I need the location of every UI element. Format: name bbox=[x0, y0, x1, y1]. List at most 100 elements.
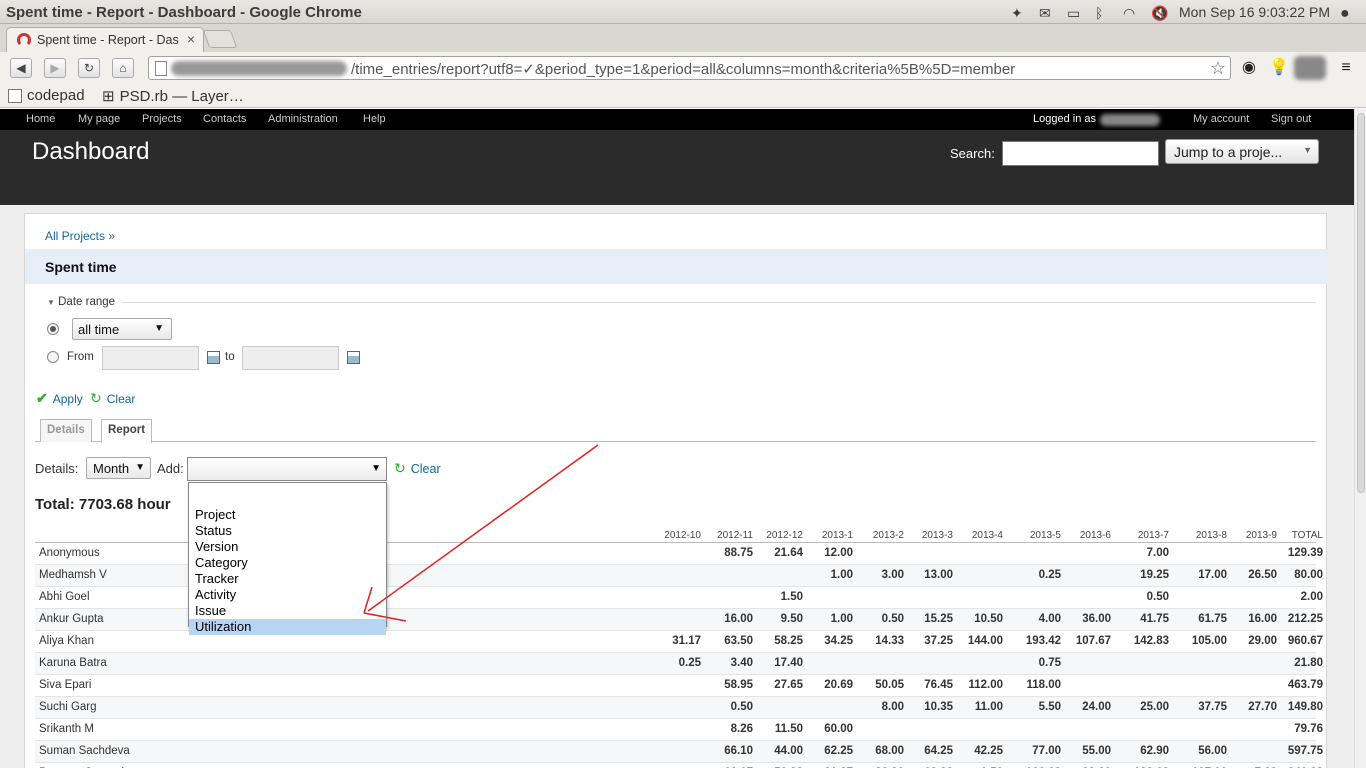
sign-out-link[interactable]: Sign out bbox=[1271, 113, 1311, 125]
search-input[interactable] bbox=[1002, 141, 1159, 166]
checkmark-icon: ✔ bbox=[36, 390, 48, 406]
bookmark-codepad[interactable]: codepad bbox=[8, 87, 85, 104]
option-category[interactable]: Category bbox=[189, 555, 386, 571]
url-text: /time_entries/report?utf8=✓&period_type=… bbox=[351, 61, 1016, 78]
bookmark-psd[interactable]: ⊞ PSD.rb — Layer… bbox=[102, 87, 244, 106]
report-clear-link[interactable]: ↻ Clear bbox=[394, 460, 441, 477]
browser-tab[interactable]: Spent time - Report - Das × bbox=[6, 27, 204, 52]
menu-help[interactable]: Help bbox=[363, 113, 386, 125]
hours-cell: 0.25 bbox=[1038, 569, 1061, 581]
my-account-link[interactable]: My account bbox=[1193, 113, 1249, 125]
table-row: Karuna Batra 0.25 3.40 17.40 0.75 21.80 bbox=[35, 653, 1323, 675]
option-status[interactable]: Status bbox=[189, 523, 386, 539]
row-total: 463.79 bbox=[1287, 679, 1323, 691]
tab-close-icon[interactable]: × bbox=[187, 31, 195, 47]
menu-administration[interactable]: Administration bbox=[268, 113, 338, 125]
hours-cell: 0.50 bbox=[730, 701, 753, 713]
table-row: Suman Sachdeva 66.10 44.00 62.25 68.00 64.25 4… bbox=[35, 741, 1323, 763]
hours-cell: 55.00 bbox=[1082, 745, 1111, 757]
hours-cell: 31.17 bbox=[672, 635, 701, 647]
page-header: Dashboard Search: Jump to a proje... ▼ bbox=[0, 130, 1354, 205]
calendar-icon[interactable] bbox=[207, 351, 220, 364]
header-title: Dashboard bbox=[32, 138, 150, 165]
bookmarks-bar: codepad ⊞ PSD.rb — Layer… bbox=[0, 84, 1366, 108]
row-total: 960.67 bbox=[1287, 635, 1323, 647]
to-date-input[interactable] bbox=[242, 346, 339, 370]
option-issue[interactable]: Issue bbox=[189, 603, 386, 619]
column-header: 2013-7 bbox=[1137, 530, 1169, 541]
jump-to-project-select[interactable]: Jump to a proje... ▼ bbox=[1165, 139, 1319, 164]
row-total: 149.80 bbox=[1287, 701, 1323, 713]
clock[interactable]: Mon Sep 16 9:03:22 PM bbox=[1179, 4, 1330, 20]
page-icon bbox=[155, 61, 167, 76]
column-header: 2013-6 bbox=[1079, 530, 1111, 541]
system-tray: ✦ ✉ ▭ ᛒ ◠ 🔇 Mon Sep 16 9:03:22 PM ● bbox=[1011, 0, 1366, 24]
eye-extension-icon[interactable]: ◉ bbox=[1239, 58, 1259, 78]
column-header: 2013-4 bbox=[971, 530, 1003, 541]
hours-cell: 0.75 bbox=[1038, 657, 1061, 669]
battery-icon[interactable]: ▭ bbox=[1067, 5, 1085, 21]
content: All Projects » Spent time ▼ Date range a… bbox=[24, 213, 1327, 768]
back-button[interactable]: ◀ bbox=[10, 58, 32, 78]
bluetooth-icon[interactable]: ᛒ bbox=[1095, 5, 1113, 21]
breadcrumb-separator: » bbox=[108, 229, 116, 243]
table-row: Poonam Jamwal60.6750.9281.3732.0068.831.… bbox=[35, 763, 1323, 768]
add-criteria-select[interactable]: ▼ bbox=[187, 457, 387, 481]
menu-my-page[interactable]: My page bbox=[78, 113, 120, 125]
hours-cell: 144.00 bbox=[967, 635, 1003, 647]
scrollbar-thumb[interactable] bbox=[1357, 113, 1365, 493]
hours-cell: 10.50 bbox=[974, 613, 1003, 625]
mail-icon[interactable]: ✉ bbox=[1039, 5, 1057, 21]
period-radio[interactable] bbox=[47, 323, 59, 335]
hours-cell: 56.00 bbox=[1198, 745, 1227, 757]
breadcrumb-all-projects[interactable]: All Projects bbox=[45, 229, 105, 243]
menu-projects[interactable]: Projects bbox=[142, 113, 182, 125]
apply-link[interactable]: ✔ Apply bbox=[36, 390, 83, 407]
volume-muted-icon[interactable]: 🔇 bbox=[1151, 5, 1169, 21]
redacted-username[interactable] bbox=[1100, 114, 1160, 126]
search-label: Search: bbox=[950, 146, 995, 161]
hours-cell: 60.00 bbox=[824, 723, 853, 735]
forward-button[interactable]: ▶ bbox=[44, 58, 66, 78]
main-wrapper: All Projects » Spent time ▼ Date range a… bbox=[0, 205, 1354, 768]
row-total: 79.76 bbox=[1294, 723, 1323, 735]
menu-home[interactable]: Home bbox=[26, 113, 55, 125]
calendar-icon[interactable] bbox=[347, 351, 360, 364]
home-button[interactable]: ⌂ bbox=[112, 58, 134, 78]
apple-icon[interactable]: ● bbox=[1340, 5, 1358, 22]
logged-in-as: Logged in as bbox=[1033, 113, 1096, 125]
new-tab-button[interactable] bbox=[202, 30, 238, 48]
hours-cell: 118.00 bbox=[1026, 679, 1061, 691]
lightbulb-extension-icon[interactable]: 💡 bbox=[1269, 58, 1289, 78]
fieldset-line bbox=[122, 302, 1316, 303]
dropbox-icon[interactable]: ✦ bbox=[1011, 5, 1029, 21]
option-version[interactable]: Version bbox=[189, 539, 386, 555]
option-activity[interactable]: Activity bbox=[189, 587, 386, 603]
period-select[interactable]: all time ▼ bbox=[72, 318, 172, 340]
option-tracker[interactable]: Tracker bbox=[189, 571, 386, 587]
columns-select[interactable]: Month ▼ bbox=[86, 457, 151, 479]
tab-report[interactable]: Report bbox=[101, 419, 153, 443]
from-date-input[interactable] bbox=[102, 346, 199, 370]
hours-cell: 42.25 bbox=[974, 745, 1003, 757]
column-header: 2012-10 bbox=[664, 530, 701, 541]
address-bar[interactable]: /time_entries/report?utf8=✓&period_type=… bbox=[148, 56, 1231, 80]
from-to-radio[interactable] bbox=[47, 351, 59, 363]
redacted-extension-icon[interactable] bbox=[1294, 56, 1326, 80]
row-total: 129.39 bbox=[1287, 547, 1323, 559]
menu-contacts[interactable]: Contacts bbox=[203, 113, 246, 125]
menu-icon[interactable]: ≡ bbox=[1336, 58, 1356, 78]
hours-cell: 12.00 bbox=[824, 547, 853, 559]
hours-cell: 24.00 bbox=[1082, 701, 1111, 713]
member-name: Karuna Batra bbox=[39, 657, 107, 669]
reload-button[interactable]: ↻ bbox=[78, 58, 100, 78]
bookmark-star-icon[interactable]: ☆ bbox=[1210, 58, 1226, 79]
option-project[interactable]: Project bbox=[189, 507, 386, 523]
tab-details[interactable]: Details bbox=[40, 419, 92, 442]
chevron-down-icon: ▼ bbox=[371, 463, 381, 474]
wifi-icon[interactable]: ◠ bbox=[1123, 5, 1141, 21]
date-range-legend[interactable]: ▼ Date range bbox=[47, 296, 115, 308]
clear-link[interactable]: ↻ Clear bbox=[90, 390, 135, 407]
vertical-scrollbar[interactable] bbox=[1354, 109, 1366, 768]
option-utilization[interactable]: Utilization bbox=[189, 619, 386, 635]
